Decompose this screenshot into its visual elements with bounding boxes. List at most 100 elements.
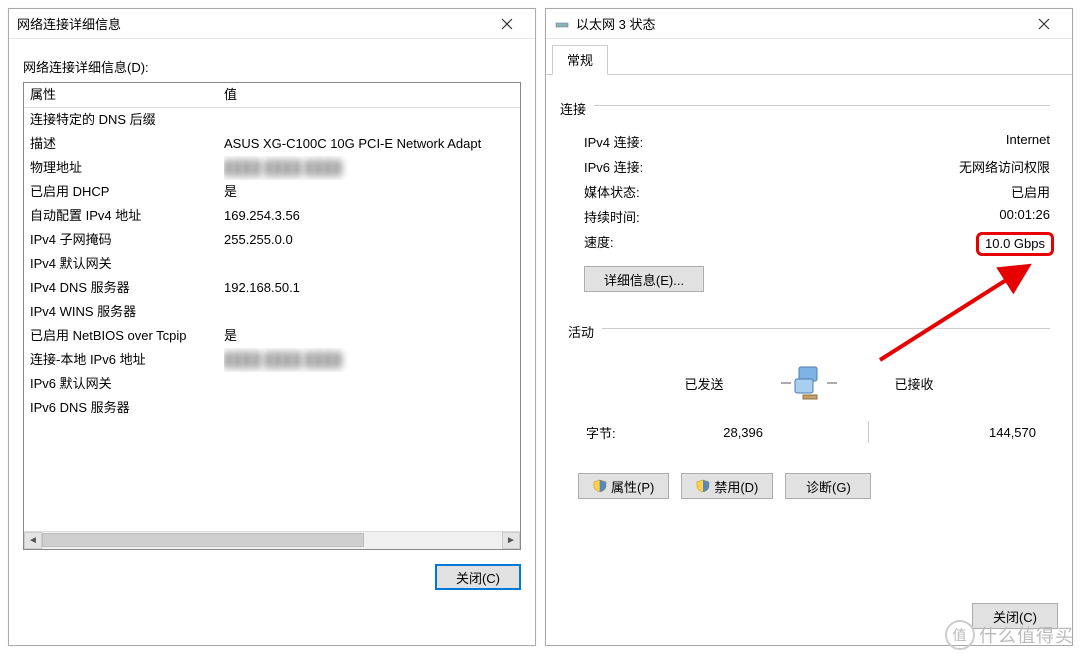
connection-label: IPv6 连接: bbox=[584, 157, 734, 176]
section-activity: 活动 bbox=[568, 322, 594, 341]
window-title: 以太网 3 状态 bbox=[576, 14, 1022, 33]
shield-icon bbox=[696, 479, 710, 493]
cell-property: IPv4 默认网关 bbox=[28, 252, 224, 276]
cell-property: IPv6 默认网关 bbox=[28, 372, 224, 396]
disable-button[interactable]: 禁用(D) bbox=[681, 473, 773, 499]
cell-property: 物理地址 bbox=[28, 156, 224, 180]
cell-property: 已启用 NetBIOS over Tcpip bbox=[28, 324, 224, 348]
label-speed: 速度: bbox=[584, 232, 734, 256]
cell-property: 自动配置 IPv4 地址 bbox=[28, 204, 224, 228]
grid-row[interactable]: IPv4 默认网关 bbox=[24, 252, 520, 276]
cell-value: 是 bbox=[224, 180, 520, 204]
connection-label: 媒体状态: bbox=[584, 182, 734, 201]
cell-property: IPv4 DNS 服务器 bbox=[28, 276, 224, 300]
scroll-right-arrow[interactable]: ► bbox=[502, 532, 520, 549]
label-bytes: 字节: bbox=[586, 423, 686, 442]
grid-row[interactable]: IPv6 默认网关 bbox=[24, 372, 520, 396]
cell-value: 255.255.0.0 bbox=[224, 228, 520, 252]
value-bytes-sent: 28,396 bbox=[686, 425, 808, 440]
cell-value bbox=[224, 108, 520, 132]
separator bbox=[868, 421, 869, 443]
cell-value: ████ ████ ████ bbox=[224, 156, 520, 180]
close-button[interactable] bbox=[485, 10, 529, 38]
cell-value: 169.254.3.56 bbox=[224, 204, 520, 228]
cell-value bbox=[224, 300, 520, 324]
cell-property: 描述 bbox=[28, 132, 224, 156]
row-speed: 速度: 10.0 Gbps bbox=[584, 232, 1058, 256]
bytes-row: 字节: 28,396 144,570 bbox=[586, 421, 1050, 443]
connection-value: 00:01:26 bbox=[734, 207, 1058, 226]
titlebar[interactable]: 以太网 3 状态 bbox=[546, 9, 1072, 39]
button-bar: 属性(P) 禁用(D) 诊断(G) bbox=[578, 473, 1050, 499]
label-sent: 已发送 bbox=[659, 374, 749, 393]
connection-label: IPv4 连接: bbox=[584, 132, 734, 151]
window-title: 网络连接详细信息 bbox=[17, 14, 485, 33]
details-subtitle: 网络连接详细信息(D): bbox=[23, 57, 521, 76]
close-status-button[interactable]: 关闭(C) bbox=[972, 603, 1058, 629]
value-bytes-received: 144,570 bbox=[928, 425, 1050, 440]
cell-property: IPv4 子网掩码 bbox=[28, 228, 224, 252]
divider bbox=[594, 105, 1050, 106]
connection-row: 持续时间:00:01:26 bbox=[584, 207, 1058, 226]
cell-value: 是 bbox=[224, 324, 520, 348]
properties-button[interactable]: 属性(P) bbox=[578, 473, 669, 499]
activity-header-row: 已发送 已接收 bbox=[568, 359, 1050, 407]
connection-value: 无网络访问权限 bbox=[734, 157, 1058, 176]
grid-row[interactable]: 物理地址████ ████ ████ bbox=[24, 156, 520, 180]
cell-value bbox=[224, 372, 520, 396]
cell-property: 连接-本地 IPv6 地址 bbox=[28, 348, 224, 372]
activity-icon bbox=[749, 359, 869, 407]
grid-row[interactable]: IPv4 子网掩码255.255.0.0 bbox=[24, 228, 520, 252]
cell-value: ████ ████ ████ bbox=[224, 348, 520, 372]
titlebar[interactable]: 网络连接详细信息 bbox=[9, 9, 535, 39]
scroll-thumb[interactable] bbox=[42, 533, 364, 547]
close-details-button[interactable]: 关闭(C) bbox=[435, 564, 521, 590]
scroll-left-arrow[interactable]: ◄ bbox=[24, 532, 42, 549]
details-button[interactable]: 详细信息(E)... bbox=[584, 266, 704, 292]
grid-row[interactable]: 连接-本地 IPv6 地址████ ████ ████ bbox=[24, 348, 520, 372]
grid-row[interactable]: 描述ASUS XG-C100C 10G PCI-E Network Adapt bbox=[24, 132, 520, 156]
cell-property: IPv4 WINS 服务器 bbox=[28, 300, 224, 324]
tab-strip: 常规 bbox=[546, 39, 1072, 75]
disable-button-label: 禁用(D) bbox=[714, 477, 758, 496]
connection-row: 媒体状态:已启用 bbox=[584, 182, 1058, 201]
scroll-track[interactable] bbox=[42, 532, 502, 549]
grid-body: 连接特定的 DNS 后缀描述ASUS XG-C100C 10G PCI-E Ne… bbox=[24, 108, 520, 531]
status-window: 以太网 3 状态 常规 连接 IPv4 连接:InternetIPv6 连接:无… bbox=[545, 8, 1073, 646]
divider bbox=[602, 328, 1050, 329]
shield-icon bbox=[593, 479, 607, 493]
grid-header: 属性 值 bbox=[24, 83, 520, 108]
cell-value: ASUS XG-C100C 10G PCI-E Network Adapt bbox=[224, 132, 520, 156]
properties-button-label: 属性(P) bbox=[611, 477, 654, 496]
horizontal-scrollbar[interactable]: ◄ ► bbox=[24, 531, 520, 549]
details-window: 网络连接详细信息 网络连接详细信息(D): 属性 值 连接特定的 DNS 后缀描… bbox=[8, 8, 536, 646]
grid-row[interactable]: IPv4 DNS 服务器192.168.50.1 bbox=[24, 276, 520, 300]
cell-property: 已启用 DHCP bbox=[28, 180, 224, 204]
window-body: 网络连接详细信息(D): 属性 值 连接特定的 DNS 后缀描述ASUS XG-… bbox=[9, 39, 535, 604]
cell-property: IPv6 DNS 服务器 bbox=[28, 396, 224, 420]
close-icon bbox=[1038, 18, 1050, 30]
connection-value: 已启用 bbox=[734, 182, 1058, 201]
cell-value bbox=[224, 396, 520, 420]
network-icon bbox=[554, 16, 570, 32]
connection-row: IPv4 连接:Internet bbox=[584, 132, 1058, 151]
grid-row[interactable]: 连接特定的 DNS 后缀 bbox=[24, 108, 520, 132]
cell-value: 192.168.50.1 bbox=[224, 276, 520, 300]
grid-row[interactable]: 自动配置 IPv4 地址169.254.3.56 bbox=[24, 204, 520, 228]
header-value[interactable]: 值 bbox=[224, 83, 520, 107]
cell-property: 连接特定的 DNS 后缀 bbox=[28, 108, 224, 132]
grid-row[interactable]: IPv6 DNS 服务器 bbox=[24, 396, 520, 420]
connection-value: Internet bbox=[734, 132, 1058, 151]
tab-general[interactable]: 常规 bbox=[552, 45, 608, 75]
diagnose-button[interactable]: 诊断(G) bbox=[785, 473, 871, 499]
grid-row[interactable]: IPv4 WINS 服务器 bbox=[24, 300, 520, 324]
speed-highlight: 10.0 Gbps bbox=[976, 232, 1054, 256]
cell-value bbox=[224, 252, 520, 276]
grid-row[interactable]: 已启用 DHCP是 bbox=[24, 180, 520, 204]
value-speed: 10.0 Gbps bbox=[734, 232, 1058, 256]
grid-row[interactable]: 已启用 NetBIOS over Tcpip是 bbox=[24, 324, 520, 348]
header-property[interactable]: 属性 bbox=[28, 83, 224, 107]
section-connection: 连接 bbox=[560, 99, 586, 118]
close-icon bbox=[501, 18, 513, 30]
close-button[interactable] bbox=[1022, 10, 1066, 38]
